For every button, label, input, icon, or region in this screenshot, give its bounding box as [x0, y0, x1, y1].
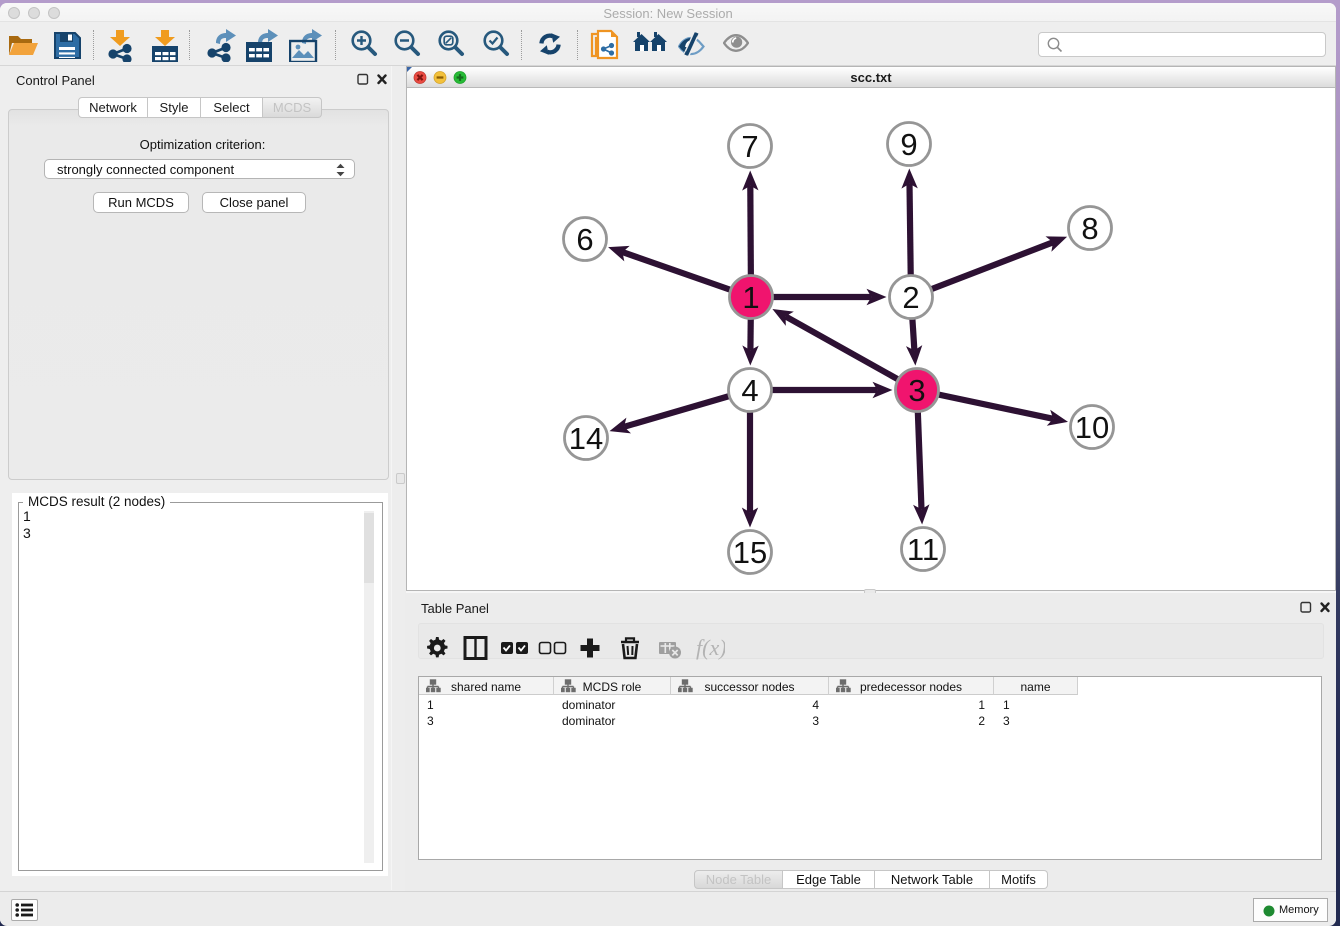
- svg-text:14: 14: [569, 421, 603, 456]
- svg-text:7: 7: [741, 129, 758, 164]
- svg-text:3: 3: [908, 373, 925, 408]
- svg-text:6: 6: [576, 222, 593, 257]
- svg-text:f(x): f(x): [696, 635, 725, 660]
- svg-text:2: 2: [902, 280, 919, 315]
- svg-text:8: 8: [1081, 211, 1098, 246]
- svg-text:9: 9: [900, 127, 917, 162]
- svg-text:10: 10: [1075, 410, 1109, 445]
- svg-text:11: 11: [907, 532, 939, 567]
- svg-text:15: 15: [733, 535, 767, 570]
- svg-text:1: 1: [742, 280, 759, 315]
- svg-text:4: 4: [741, 373, 758, 408]
